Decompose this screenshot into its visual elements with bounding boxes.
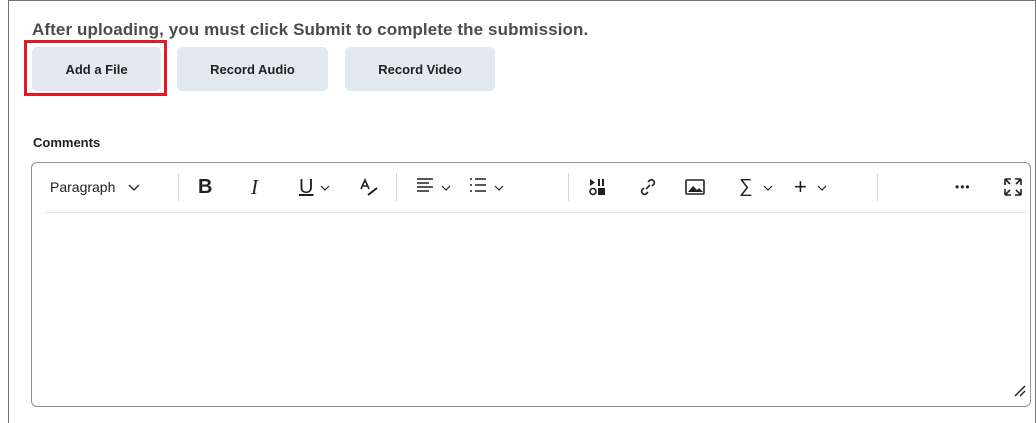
align-button[interactable] <box>416 175 451 199</box>
toolbar-divider <box>877 173 878 201</box>
underline-icon: U <box>299 175 314 198</box>
text-style-icon[interactable] <box>359 175 379 199</box>
more-icon[interactable]: ••• <box>955 175 971 199</box>
chevron-down-icon <box>763 179 773 196</box>
toolbar-divider <box>396 173 397 201</box>
list-button[interactable] <box>469 175 504 199</box>
toolbar-divider <box>568 173 569 201</box>
underline-button[interactable]: U <box>299 175 330 199</box>
comments-label: Comments <box>33 135 101 150</box>
image-icon[interactable] <box>685 175 705 199</box>
bold-icon[interactable]: B <box>198 175 212 199</box>
comments-editor[interactable]: Paragraph B I U ∑ + ••• <box>31 162 1031 407</box>
resize-handle-icon[interactable] <box>1012 383 1026 402</box>
frame-top-border <box>8 0 1036 1</box>
add-file-button[interactable]: Add a File <box>32 47 161 91</box>
chevron-down-icon <box>320 179 330 196</box>
media-icon[interactable] <box>589 175 607 199</box>
link-icon[interactable] <box>638 175 658 199</box>
insert-icon: + <box>794 174 807 199</box>
submission-instruction: After uploading, you must click Submit t… <box>32 20 589 39</box>
fullscreen-icon[interactable] <box>1003 175 1023 199</box>
equation-button[interactable]: ∑ <box>739 175 773 199</box>
record-audio-button[interactable]: Record Audio <box>177 47 328 91</box>
list-icon <box>469 177 487 197</box>
italic-icon[interactable]: I <box>251 175 258 199</box>
record-video-button[interactable]: Record Video <box>345 47 495 91</box>
insert-button[interactable]: + <box>794 174 827 199</box>
chevron-down-icon <box>128 179 140 196</box>
frame-left-border <box>8 0 9 423</box>
chevron-down-icon <box>441 179 451 196</box>
toolbar-divider <box>178 173 179 201</box>
toolbar-bottom-rule <box>46 212 1026 213</box>
chevron-down-icon <box>817 179 827 196</box>
chevron-down-icon <box>494 179 504 196</box>
equation-icon: ∑ <box>739 176 753 197</box>
paragraph-format-select[interactable]: Paragraph <box>50 175 140 199</box>
paragraph-format-label: Paragraph <box>50 179 116 195</box>
align-icon <box>416 177 434 197</box>
editor-toolbar: Paragraph B I U ∑ + ••• <box>32 163 1030 211</box>
